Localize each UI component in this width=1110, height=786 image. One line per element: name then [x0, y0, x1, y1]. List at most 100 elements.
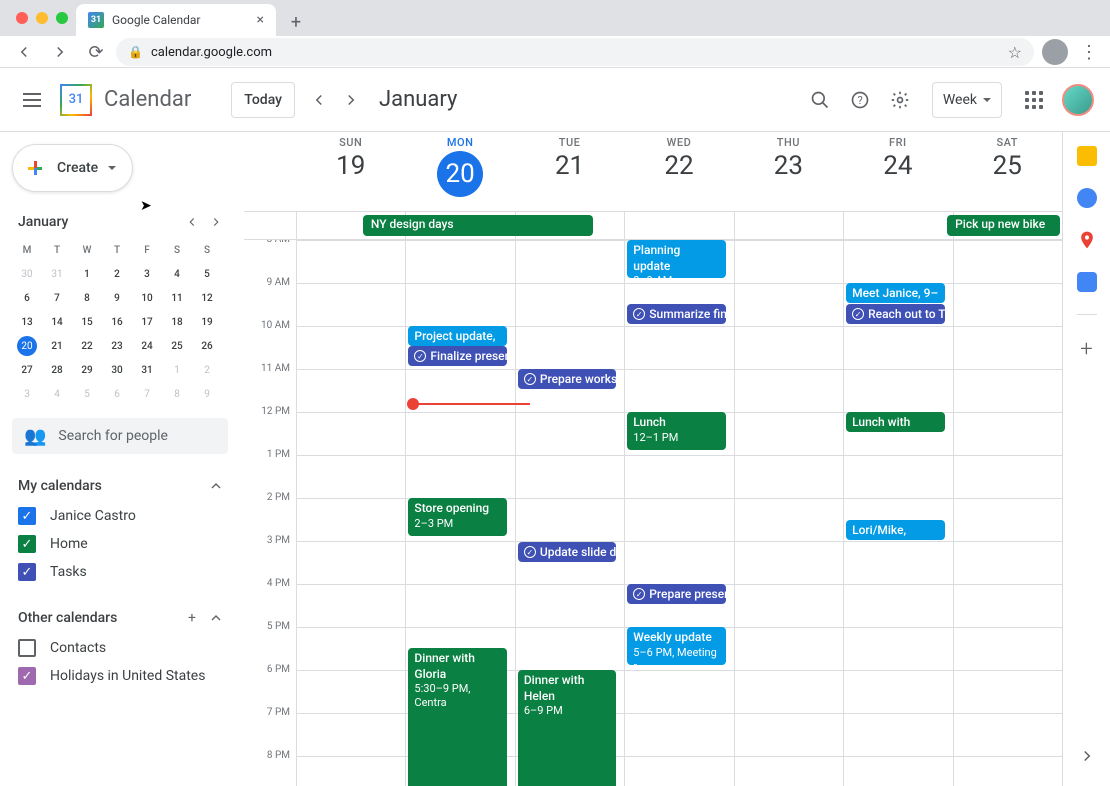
browser-tab[interactable]: 31 Google Calendar × [76, 4, 276, 36]
contacts-icon[interactable] [1077, 272, 1097, 292]
calendar-item[interactable]: ✓Home [12, 530, 228, 558]
mini-day-cell[interactable]: 31 [132, 358, 162, 382]
mini-day-cell[interactable]: 16 [102, 310, 132, 334]
event[interactable]: Lori/Mike, 2:30–3 [846, 520, 944, 540]
day-column[interactable] [953, 240, 1062, 786]
calendar-checkbox[interactable]: ✓ [18, 507, 36, 525]
tasks-icon[interactable] [1077, 188, 1097, 208]
mini-day-cell[interactable]: 28 [42, 358, 72, 382]
support-button[interactable]: ? [840, 80, 880, 120]
today-button[interactable]: Today [231, 82, 295, 118]
event[interactable]: Dinner with Helen6–9 PM [518, 670, 616, 786]
mini-day-cell[interactable]: 24 [132, 334, 162, 358]
task-item[interactable]: ✓Prepare present [627, 584, 725, 604]
close-window-icon[interactable] [16, 12, 28, 24]
task-item[interactable]: ✓Finalize present [408, 346, 506, 366]
search-people-input[interactable]: 👥 Search for people [12, 418, 228, 454]
mini-day-cell[interactable]: 18 [162, 310, 192, 334]
mini-day-cell[interactable]: 6 [102, 382, 132, 406]
event[interactable]: Project update, 10 [408, 326, 506, 346]
mini-day-cell[interactable]: 20 [17, 336, 37, 356]
allday-cell[interactable] [843, 212, 952, 239]
calendar-item[interactable]: ✓Janice Castro [12, 502, 228, 530]
chrome-profile-avatar[interactable] [1042, 39, 1068, 65]
task-item[interactable]: ✓Summarize find [627, 304, 725, 324]
forward-button[interactable] [44, 36, 76, 68]
maps-icon[interactable] [1077, 230, 1097, 250]
day-header[interactable]: MON20 [405, 132, 514, 211]
calendar-item[interactable]: ✓Holidays in United States [12, 662, 228, 690]
bookmark-star-icon[interactable]: ☆ [1008, 43, 1022, 62]
mini-day-cell[interactable]: 6 [12, 286, 42, 310]
allday-cell[interactable] [734, 212, 843, 239]
calendar-checkbox[interactable]: ✓ [18, 535, 36, 553]
mini-day-cell[interactable]: 11 [162, 286, 192, 310]
mini-day-cell[interactable]: 30 [102, 358, 132, 382]
mini-calendar[interactable]: MTWTFSS303112345678910111213141516171819… [12, 238, 228, 406]
calendar-item[interactable]: ✓Tasks [12, 558, 228, 586]
mini-day-cell[interactable]: 13 [12, 310, 42, 334]
prev-period-button[interactable] [303, 84, 335, 116]
tab-close-icon[interactable]: × [257, 12, 264, 28]
view-selector[interactable]: Week [932, 82, 1002, 118]
mini-day-cell[interactable]: 12 [192, 286, 222, 310]
hide-side-panel-button[interactable] [1078, 746, 1096, 770]
search-button[interactable] [800, 80, 840, 120]
create-button[interactable]: Create [12, 144, 133, 192]
mini-day-cell[interactable]: 1 [72, 262, 102, 286]
mini-day-cell[interactable]: 7 [132, 382, 162, 406]
day-header[interactable]: SUN19 [296, 132, 405, 211]
day-column[interactable]: Meet Janice, 9–9:30Lunch with Noah,Lori/… [843, 240, 952, 786]
task-item[interactable]: ✓Prepare worksh [518, 369, 616, 389]
event[interactable]: Lunch with Noah, [846, 412, 944, 432]
mini-day-cell[interactable]: 3 [12, 382, 42, 406]
mini-day-cell[interactable]: 9 [102, 286, 132, 310]
address-bar[interactable]: 🔒 calendar.google.com ☆ [116, 38, 1034, 66]
mini-day-cell[interactable]: 23 [102, 334, 132, 358]
allday-event[interactable]: NY design days [363, 215, 593, 236]
mini-day-cell[interactable]: 5 [192, 262, 222, 286]
calendar-item[interactable]: Contacts [12, 634, 228, 662]
day-column[interactable]: Dinner with Helen6–9 PM ✓Prepare worksh ✓U… [515, 240, 624, 786]
mini-day-cell[interactable]: 30 [12, 262, 42, 286]
day-header[interactable]: SAT25 [953, 132, 1062, 211]
mini-day-cell[interactable]: 2 [102, 262, 132, 286]
event[interactable]: Lunch12–1 PM [627, 412, 725, 450]
mini-day-cell[interactable]: 19 [192, 310, 222, 334]
mini-day-cell[interactable]: 26 [192, 334, 222, 358]
event[interactable]: Store opening2–3 PM [408, 498, 506, 536]
task-item[interactable]: ✓Reach out to To [846, 304, 944, 324]
event[interactable]: Dinner with Gloria5:30–9 PM, Centra [408, 648, 506, 786]
collapse-button[interactable] [204, 474, 228, 498]
mini-day-cell[interactable]: 2 [192, 358, 222, 382]
event[interactable]: Weekly update5–6 PM, Meeting r [627, 627, 725, 665]
settings-button[interactable] [880, 80, 920, 120]
mini-day-cell[interactable]: 9 [192, 382, 222, 406]
calendar-checkbox[interactable] [18, 639, 36, 657]
day-column[interactable] [734, 240, 843, 786]
mini-day-cell[interactable]: 7 [42, 286, 72, 310]
maximize-window-icon[interactable] [56, 12, 68, 24]
mini-day-cell[interactable]: 4 [42, 382, 72, 406]
add-addon-button[interactable]: + [1080, 337, 1092, 362]
mini-day-cell[interactable]: 10 [132, 286, 162, 310]
task-item[interactable]: ✓Update slide de [518, 542, 616, 562]
day-column[interactable] [296, 240, 405, 786]
chrome-menu-button[interactable]: ⋮ [1076, 42, 1102, 63]
mini-day-cell[interactable]: 31 [42, 262, 72, 286]
calendar-checkbox[interactable]: ✓ [18, 563, 36, 581]
minimize-window-icon[interactable] [36, 12, 48, 24]
mini-day-cell[interactable]: 8 [72, 286, 102, 310]
mini-day-cell[interactable]: 25 [162, 334, 192, 358]
mini-day-cell[interactable]: 5 [72, 382, 102, 406]
day-header[interactable]: TUE21 [515, 132, 624, 211]
keep-icon[interactable] [1077, 146, 1097, 166]
mini-day-cell[interactable]: 14 [42, 310, 72, 334]
mini-prev-button[interactable] [180, 210, 204, 234]
mini-day-cell[interactable]: 8 [162, 382, 192, 406]
allday-cell[interactable] [624, 212, 733, 239]
day-column[interactable]: Planning update8–9 AM, Conference Lunch12… [624, 240, 733, 786]
mini-day-cell[interactable]: 17 [132, 310, 162, 334]
event[interactable]: Planning update8–9 AM, Conference [627, 240, 725, 278]
day-header[interactable]: WED22 [624, 132, 733, 211]
